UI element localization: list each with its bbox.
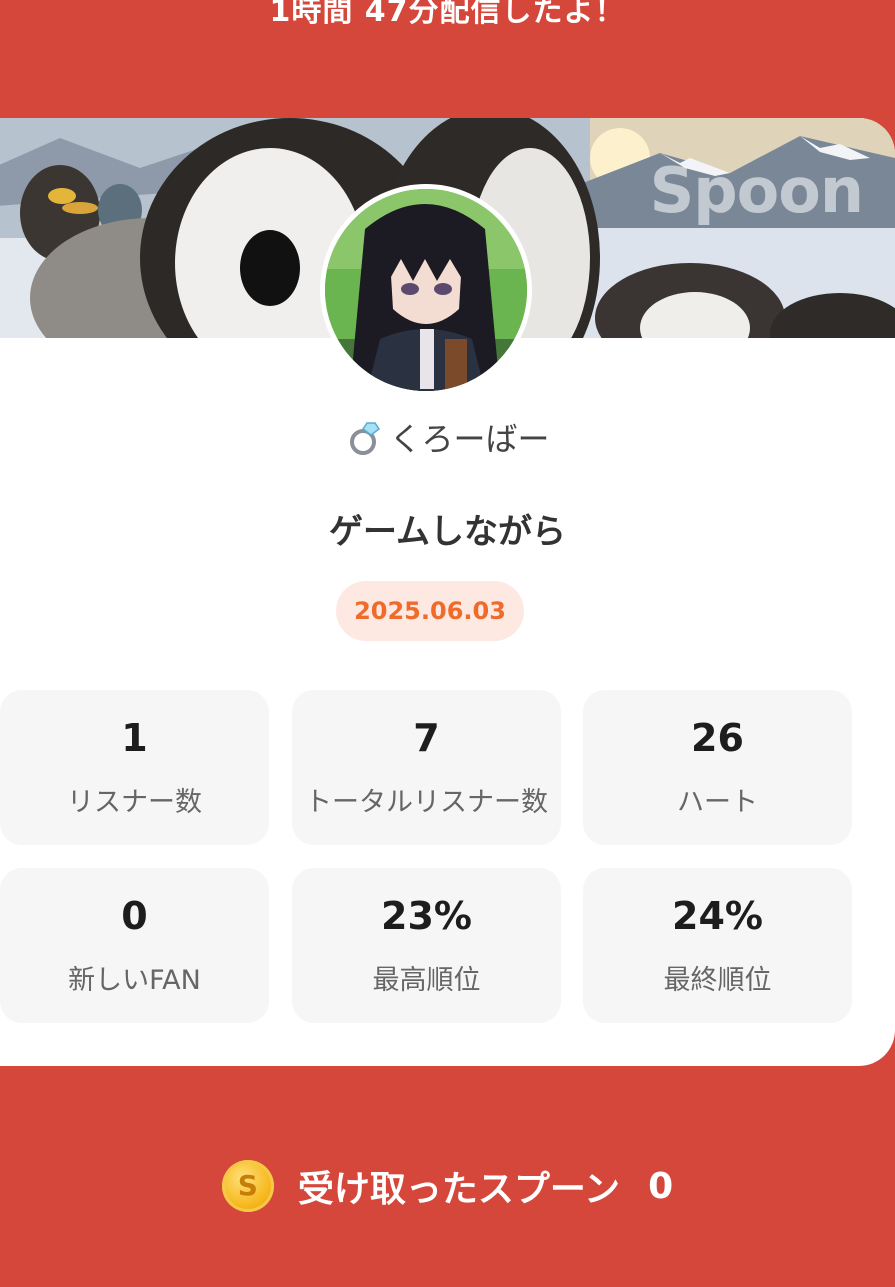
received-spoons-label: 受け取ったスプーン [297, 1169, 621, 1210]
avatar-image [325, 189, 527, 391]
stat-value: 1 [121, 716, 148, 760]
stat-listeners: 1 リスナー数 [0, 690, 269, 845]
summary-card: Spoon くろーばー ゲームしながら 2025.06.03 1 リスナー数 7… [0, 118, 895, 1066]
stat-value: 0 [121, 894, 148, 938]
stat-highest-rank: 23% 最高順位 [292, 868, 561, 1023]
received-spoons-count: 0 [648, 1165, 674, 1207]
stat-value: 24% [672, 894, 763, 938]
stat-hearts: 26 ハート [583, 690, 852, 845]
user-name: くろーばー [389, 420, 550, 458]
spoon-coin-icon: S [221, 1160, 274, 1212]
stat-label: 新しいFAN [68, 965, 201, 996]
stat-value: 23% [381, 894, 472, 938]
stat-label: 最高順位 [372, 965, 481, 996]
stat-label: リスナー数 [67, 787, 202, 818]
stat-value: 7 [413, 716, 440, 760]
stat-total-listeners: 7 トータルリスナー数 [292, 690, 561, 845]
spoon-watermark: Spoon [649, 154, 864, 227]
broadcast-date-badge: 2025.06.03 [336, 581, 524, 641]
received-spoons-row: S 受け取ったスプーン 0 [0, 1160, 895, 1236]
top-banner: 1時間 47分配信したよ！ [0, 0, 895, 118]
broadcast-duration-text: 1時間 47分配信したよ！ [269, 0, 626, 29]
stat-new-fans: 0 新しいFAN [0, 868, 269, 1023]
stat-label: トータルリスナー数 [305, 787, 548, 818]
stat-value: 26 [691, 716, 744, 760]
stat-label: ハート [677, 787, 758, 818]
broadcast-title: ゲームしながら [329, 512, 566, 552]
user-name-row: くろーばー [0, 414, 895, 465]
stat-label: 最終順位 [663, 965, 772, 996]
avatar [320, 184, 532, 396]
stat-final-rank: 24% 最終順位 [583, 868, 852, 1023]
diamond-ring-icon [345, 417, 385, 465]
